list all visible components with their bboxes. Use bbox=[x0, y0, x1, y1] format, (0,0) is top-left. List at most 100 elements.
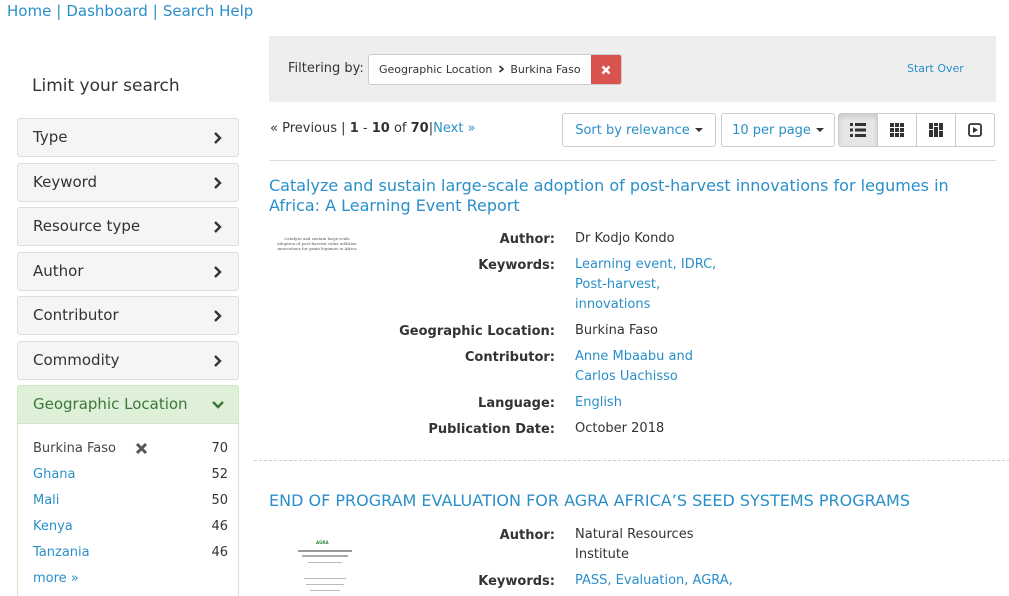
contributor-value: Anne Mbaabu and Carlos Uachisso bbox=[575, 347, 745, 387]
document-thumbnail[interactable]: AGRA bbox=[294, 532, 356, 596]
facet-commodity[interactable]: Commodity bbox=[17, 341, 239, 380]
facet-label: Keyword bbox=[33, 173, 98, 191]
facet-more: more » bbox=[33, 571, 228, 591]
facet-value-link[interactable]: Mali bbox=[33, 493, 59, 508]
facet-label: Commodity bbox=[33, 351, 120, 369]
facet-contributor[interactable]: Contributor bbox=[17, 296, 239, 335]
facet-value-count: 52 bbox=[211, 467, 228, 482]
field-label: Keywords: bbox=[478, 258, 555, 273]
masonry-view-button[interactable] bbox=[916, 113, 956, 147]
pager-of: of bbox=[393, 121, 407, 136]
facet-geographic-location[interactable]: Geographic Location bbox=[17, 385, 239, 424]
keyword-link[interactable]: Post-harvest, bbox=[575, 277, 660, 292]
page-start: 1 bbox=[349, 121, 359, 136]
author-value: Dr Kodjo Kondo bbox=[575, 231, 675, 246]
facet-value-selected: Burkina Faso 70 bbox=[33, 441, 228, 461]
divider bbox=[269, 160, 996, 161]
sort-dropdown[interactable]: Sort by relevance bbox=[562, 113, 716, 147]
facet-values-list: Burkina Faso 70 Ghana 52 Mali 50 Kenya 4… bbox=[17, 424, 239, 596]
keyword-link[interactable]: PASS, Evaluation, AGRA, bbox=[575, 573, 733, 588]
constraint-text[interactable]: Geographic Location Burkina Faso bbox=[369, 55, 591, 84]
field-label: Contributor: bbox=[464, 350, 555, 365]
pagination: « Previous | 1 - 10 of 70|Next » bbox=[270, 121, 476, 136]
facet-value: Kenya 46 bbox=[33, 519, 228, 539]
per-page-label: 10 per page bbox=[732, 122, 811, 138]
facet-resource-type[interactable]: Resource type bbox=[17, 207, 239, 246]
chevron-right-icon bbox=[498, 65, 505, 73]
breadcrumb-separator: | bbox=[56, 2, 62, 20]
facet-type[interactable]: Type bbox=[17, 118, 239, 157]
facet-value-link[interactable]: Kenya bbox=[33, 519, 73, 534]
document-thumbnail[interactable]: Catalyze and sustain large-scale adoptio… bbox=[277, 236, 357, 258]
thumbnail-text-line bbox=[304, 578, 346, 579]
agra-logo: AGRA bbox=[316, 540, 329, 545]
document-title-link[interactable]: END OF PROGRAM EVALUATION FOR AGRA AFRIC… bbox=[269, 491, 999, 511]
thumbnail-text: Catalyze and sustain large-scale adoptio… bbox=[277, 236, 357, 251]
chevron-right-icon bbox=[214, 132, 222, 144]
thumbnail-text-line bbox=[302, 555, 348, 557]
contributor-link[interactable]: Anne Mbaabu and bbox=[575, 349, 693, 364]
field-label: Author: bbox=[499, 528, 555, 543]
constraint-value: Burkina Faso bbox=[510, 63, 581, 76]
facet-value-link[interactable]: Ghana bbox=[33, 467, 76, 482]
language-link[interactable]: English bbox=[575, 395, 622, 410]
list-view-button[interactable] bbox=[838, 113, 878, 147]
thumbnail-text-line bbox=[308, 562, 342, 563]
slideshow-view-button[interactable] bbox=[955, 113, 995, 147]
field-label: Language: bbox=[478, 396, 555, 411]
breadcrumb: Home | Dashboard | Search Help bbox=[7, 2, 253, 20]
geo-value: Burkina Faso bbox=[575, 323, 658, 338]
sort-label: Sort by relevance bbox=[575, 122, 690, 138]
keywords-value: PASS, Evaluation, AGRA, bbox=[575, 571, 745, 591]
facet-label: Geographic Location bbox=[33, 395, 188, 413]
facet-label: Resource type bbox=[33, 217, 141, 235]
previous-link[interactable]: « Previous bbox=[270, 121, 337, 136]
facet-value: Mali 50 bbox=[33, 493, 228, 513]
sidebar-title: Limit your search bbox=[32, 76, 180, 96]
keyword-link[interactable]: innovations bbox=[575, 297, 650, 312]
thumbnail-text-line bbox=[298, 550, 352, 552]
breadcrumb-separator: | bbox=[152, 2, 158, 20]
pager-separator: | bbox=[341, 121, 346, 136]
field-label: Geographic Location: bbox=[399, 324, 555, 339]
facet-value-count: 50 bbox=[211, 493, 228, 508]
chevron-right-icon bbox=[214, 310, 222, 322]
start-over-link[interactable]: Start Over bbox=[907, 62, 964, 75]
document-title-link[interactable]: Catalyze and sustain large-scale adoptio… bbox=[269, 176, 999, 216]
remove-filter-button[interactable] bbox=[590, 55, 621, 84]
thumbnail-text-line bbox=[310, 590, 340, 591]
keyword-link[interactable]: Learning event, IDRC, bbox=[575, 257, 716, 272]
author-value: Natural Resources Institute bbox=[575, 525, 745, 565]
field-label: Author: bbox=[499, 232, 555, 247]
facet-value-label: Burkina Faso bbox=[33, 441, 116, 456]
facet-keyword[interactable]: Keyword bbox=[17, 163, 239, 202]
total-count: 70 bbox=[410, 121, 429, 136]
result-divider bbox=[254, 460, 1009, 461]
facet-value-count: 46 bbox=[211, 519, 228, 534]
dashboard-link[interactable]: Dashboard bbox=[66, 2, 147, 20]
thumbnail-text-line bbox=[306, 584, 344, 585]
close-icon bbox=[601, 65, 610, 74]
gallery-view-button[interactable] bbox=[877, 113, 917, 147]
per-page-dropdown[interactable]: 10 per page bbox=[721, 113, 835, 147]
chevron-right-icon bbox=[214, 177, 222, 189]
more-link[interactable]: more » bbox=[33, 571, 79, 586]
chevron-down-icon bbox=[212, 401, 224, 409]
chevron-right-icon bbox=[214, 266, 222, 278]
contributor-link[interactable]: Carlos Uachisso bbox=[575, 369, 678, 384]
search-help-link[interactable]: Search Help bbox=[163, 2, 254, 20]
facet-author[interactable]: Author bbox=[17, 252, 239, 291]
filter-bar: Filtering by: Geographic Location Burkin… bbox=[269, 36, 996, 102]
keywords-value: Learning event, IDRC, Post-harvest, inno… bbox=[575, 255, 745, 315]
constraint-field: Geographic Location bbox=[379, 63, 493, 76]
next-link[interactable]: Next » bbox=[433, 121, 475, 136]
field-label: Publication Date: bbox=[428, 422, 555, 437]
facet-value: Tanzania 46 bbox=[33, 545, 228, 565]
remove-icon[interactable] bbox=[135, 442, 148, 455]
facet-value: Ghana 52 bbox=[33, 467, 228, 487]
facet-value-link[interactable]: Tanzania bbox=[33, 545, 90, 560]
masonry-view-icon bbox=[929, 123, 943, 137]
facet-label: Author bbox=[33, 262, 84, 280]
pager-dash: - bbox=[362, 121, 368, 136]
home-link[interactable]: Home bbox=[7, 2, 51, 20]
